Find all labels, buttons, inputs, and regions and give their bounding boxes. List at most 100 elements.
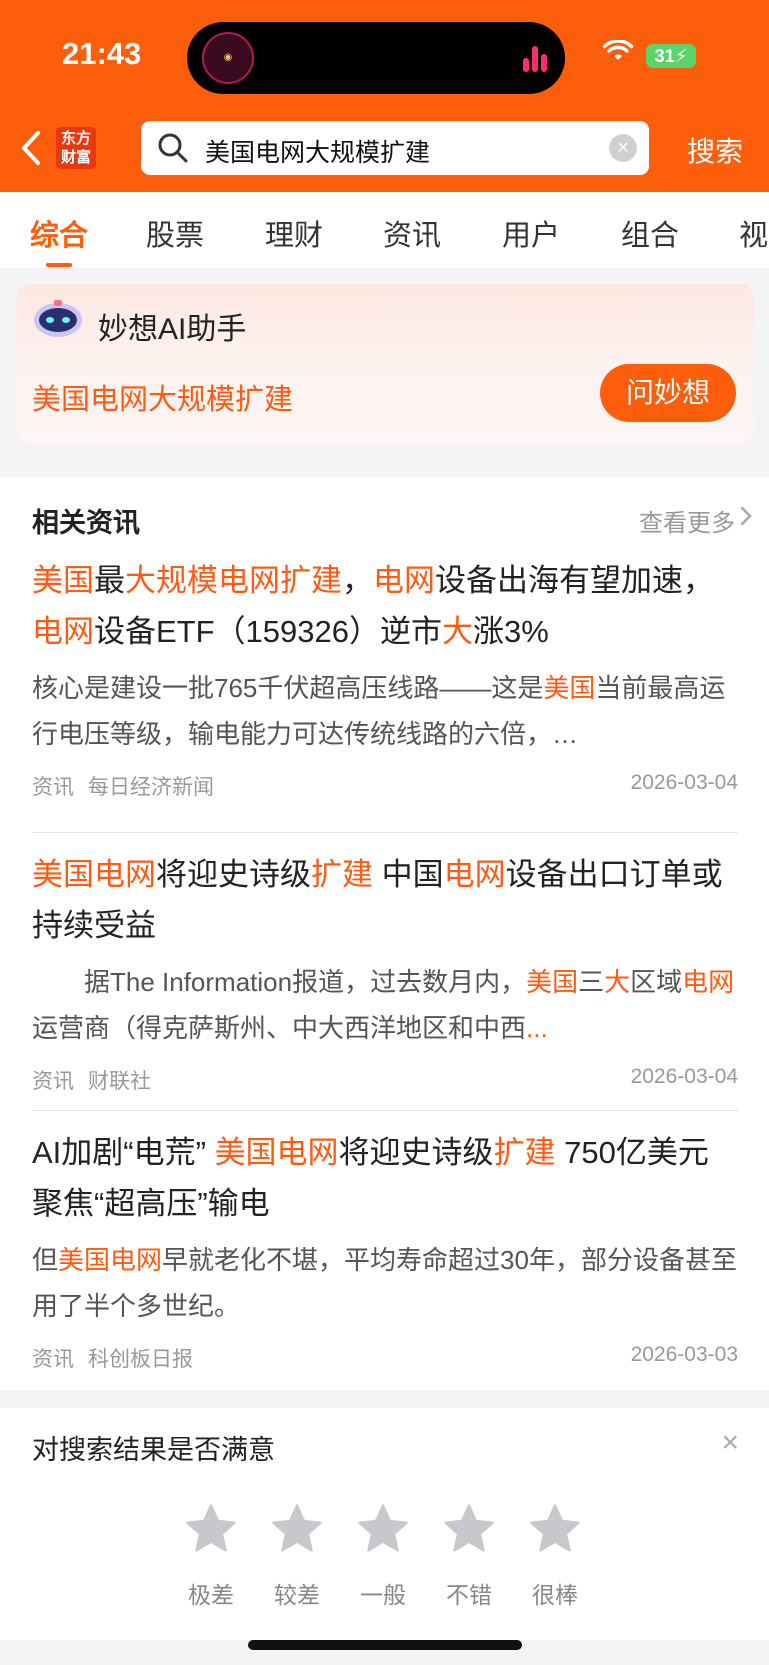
news-title: 美国最大规模电网扩建，电网设备出海有望加速，电网设备ETF（159326）逆市大… <box>32 555 738 657</box>
highlighted-keyword: ... <box>526 1013 548 1043</box>
search-input[interactable]: 美国电网大规模扩建 <box>205 133 430 169</box>
highlighted-keyword: 大规模电网扩建 <box>125 563 342 598</box>
active-tab-indicator <box>46 263 72 267</box>
news-source: 每日经济新闻 <box>88 776 214 799</box>
news-date: 2026-03-04 <box>630 1065 738 1088</box>
text-segment: AI加剧“电荒” <box>32 1135 215 1170</box>
news-category: 资讯 <box>32 1070 74 1093</box>
satisfaction-feedback: 对搜索结果是否满意 × 极差 较差 一般 不错 很棒 <box>0 1408 769 1640</box>
related-news-section: 相关资讯 查看更多 美国最大规模电网扩建，电网设备出海有望加速，电网设备ETF（… <box>0 477 769 1390</box>
text-segment: 据The Information报道，过去数月内， <box>32 967 527 997</box>
star-rating-4[interactable] <box>439 1503 499 1560</box>
app-logo[interactable]: 东方财富 <box>56 127 96 169</box>
robot-icon <box>34 300 82 337</box>
news-date: 2026-03-04 <box>630 771 738 794</box>
text-segment: 核心是建设一批765千伏超高压线路——这是 <box>32 673 544 703</box>
highlighted-keyword: 电网 <box>32 614 94 649</box>
rating-label-1: 极差 <box>188 1582 234 1608</box>
rating-label-5: 很棒 <box>532 1582 578 1608</box>
highlighted-keyword: 扩建 <box>311 857 373 892</box>
battery-level: 31 <box>654 46 675 66</box>
category-tabs: 综合 股票 理财 资讯 用户 组合 视 <box>0 192 769 269</box>
rating-label-3: 一般 <box>360 1582 406 1608</box>
divider <box>32 1110 738 1111</box>
news-title: 美国电网将迎史诗级扩建 中国电网设备出口订单或持续受益 <box>32 849 738 951</box>
highlighted-keyword: 扩建 <box>493 1135 556 1170</box>
highlighted-keyword: 美国 <box>543 673 596 703</box>
news-meta: 资讯 每日经济新闻 2026-03-04 <box>32 771 738 801</box>
star-rating-3[interactable] <box>353 1503 413 1560</box>
star-rating-2[interactable] <box>267 1503 327 1560</box>
text-segment: 设备ETF（159326）逆市 <box>94 614 442 649</box>
news-meta: 资讯 科创板日报 2026-03-03 <box>32 1343 738 1373</box>
ai-assistant-title: 妙想AI助手 <box>98 313 247 346</box>
highlighted-keyword: 美国电网 <box>32 857 156 892</box>
highlighted-keyword: 大 <box>442 614 473 649</box>
news-summary: 核心是建设一批765千伏超高压线路——这是美国当前最高运行电压等级，输电能力可达… <box>32 665 738 757</box>
star-icon <box>530 1504 580 1552</box>
audio-bars-icon <box>523 44 547 72</box>
header: 21:43 ◉ 31⚡ 东方财富 美国电网大规模扩建 × 搜索 <box>0 0 769 192</box>
text-segment: 设备出海有望加速， <box>435 563 714 598</box>
highlighted-keyword: 大 <box>604 967 631 997</box>
text-segment: 将迎史诗级 <box>338 1135 494 1170</box>
star-rating-1[interactable] <box>181 1503 241 1560</box>
feedback-title: 对搜索结果是否满意 <box>32 1435 275 1465</box>
tab-portfolio[interactable]: 组合 <box>621 212 679 254</box>
news-item[interactable]: 美国最大规模电网扩建，电网设备出海有望加速，电网设备ETF（159326）逆市大… <box>32 555 738 801</box>
star-icon <box>272 1504 322 1552</box>
text-segment: 最 <box>94 563 125 598</box>
text-segment: 三 <box>578 967 605 997</box>
tab-video[interactable]: 视 <box>739 212 768 254</box>
view-more-link[interactable]: 查看更多 <box>639 503 735 538</box>
highlighted-keyword: 电网 <box>443 857 506 892</box>
tab-stocks[interactable]: 股票 <box>146 212 204 254</box>
rating-label-4: 不错 <box>446 1582 492 1608</box>
chevron-right-icon[interactable] <box>739 505 753 527</box>
search-box[interactable]: 美国电网大规模扩建 × <box>141 121 649 175</box>
news-title: AI加剧“电荒” 美国电网将迎史诗级扩建 750亿美元聚焦“超高压”输电 <box>32 1127 738 1229</box>
news-source: 科创板日报 <box>88 1348 193 1371</box>
news-item[interactable]: 美国电网将迎史诗级扩建 中国电网设备出口订单或持续受益 据The Informa… <box>32 849 738 1095</box>
text-segment: 涨3% <box>473 614 549 649</box>
divider <box>32 832 738 833</box>
search-button[interactable]: 搜索 <box>687 130 743 170</box>
search-icon <box>158 133 188 163</box>
now-playing-logo-icon: ◉ <box>202 32 254 84</box>
close-icon[interactable]: × <box>721 1426 739 1460</box>
text-segment: 将迎史诗级 <box>156 857 311 892</box>
news-item[interactable]: AI加剧“电荒” 美国电网将迎史诗级扩建 750亿美元聚焦“超高压”输电 但美国… <box>32 1127 738 1373</box>
star-rating-5[interactable] <box>525 1503 585 1560</box>
battery-indicator: 31⚡ <box>646 44 696 68</box>
highlighted-keyword: 电网 <box>682 967 735 997</box>
news-meta: 资讯 财联社 2026-03-04 <box>32 1065 738 1095</box>
tab-news[interactable]: 资讯 <box>383 212 441 254</box>
text-segment: 中国 <box>373 857 444 892</box>
ai-suggested-query[interactable]: 美国电网大规模扩建 <box>32 376 293 418</box>
back-arrow-icon[interactable] <box>18 128 44 168</box>
ask-ai-button[interactable]: 问妙想 <box>600 364 736 422</box>
highlighted-keyword: 美国电网 <box>214 1135 339 1170</box>
star-icon <box>444 1504 494 1552</box>
tab-wealth[interactable]: 理财 <box>265 212 323 254</box>
highlighted-keyword: 美国电网 <box>58 1245 163 1275</box>
highlighted-keyword: 美国 <box>32 563 94 598</box>
text-segment: 但 <box>32 1245 59 1275</box>
news-date: 2026-03-03 <box>630 1343 738 1366</box>
text-segment: ， <box>342 563 373 598</box>
text-segment: 区域 <box>630 967 683 997</box>
news-category: 资讯 <box>32 776 74 799</box>
ai-assistant-card[interactable]: 妙想AI助手 美国电网大规模扩建 问妙想 <box>16 284 754 442</box>
section-title: 相关资讯 <box>32 508 140 538</box>
tab-users[interactable]: 用户 <box>502 212 560 254</box>
wifi-icon <box>603 40 633 60</box>
star-icon <box>358 1504 408 1552</box>
clear-search-icon[interactable]: × <box>609 134 637 162</box>
home-indicator[interactable] <box>248 1640 522 1650</box>
status-time: 21:43 <box>62 36 142 71</box>
news-summary: 但美国电网早就老化不堪，平均寿命超过30年，部分设备甚至用了半个多世纪。 <box>32 1237 738 1329</box>
dynamic-island: ◉ <box>187 22 565 94</box>
rating-label-2: 较差 <box>274 1582 320 1608</box>
star-icon <box>186 1504 236 1552</box>
tab-all[interactable]: 综合 <box>30 212 88 254</box>
